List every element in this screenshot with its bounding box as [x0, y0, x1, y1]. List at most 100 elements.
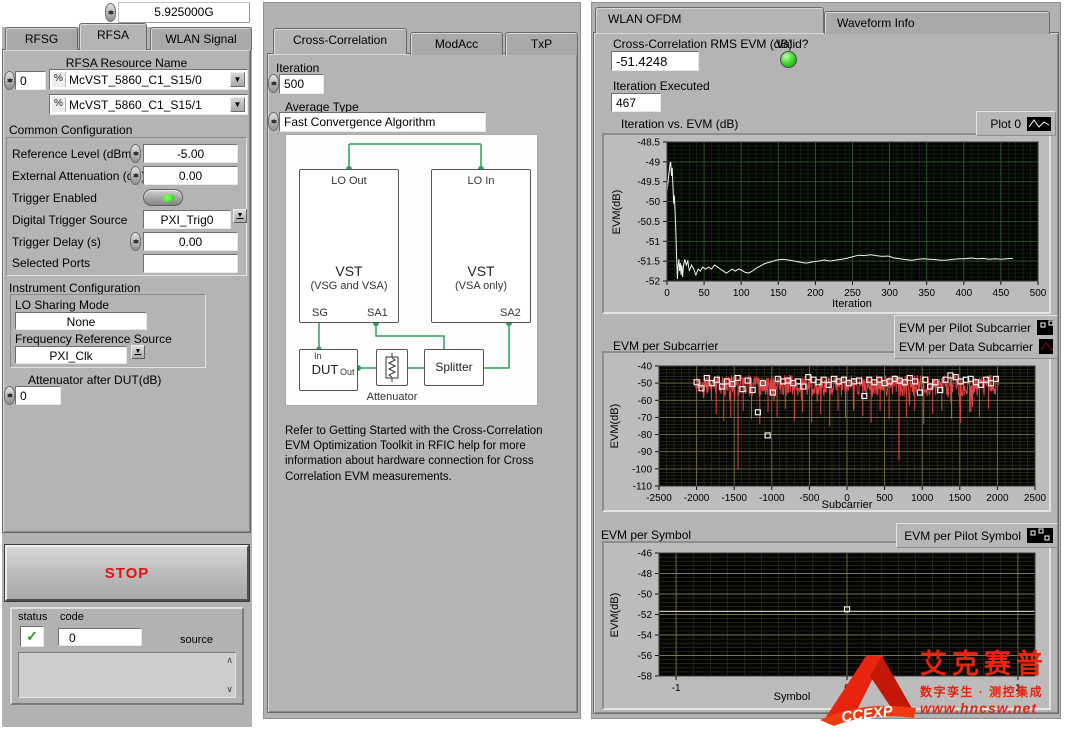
- svg-text:-1: -1: [672, 683, 681, 694]
- digital-trigger-source-ring-button[interactable]: ▼: [233, 209, 247, 223]
- attenuator-after-dut-field[interactable]: 0: [15, 386, 61, 405]
- resource-index-spinner[interactable]: [4, 71, 15, 90]
- dut-in-port: In: [314, 351, 322, 361]
- dropdown-arrow-icon[interactable]: ▼: [230, 72, 245, 87]
- source-text-area[interactable]: ∧ ∨: [18, 652, 236, 698]
- svg-text:2500: 2500: [1024, 493, 1047, 504]
- resource-index-field[interactable]: 0: [15, 71, 46, 90]
- frequency-reference-source-label: Frequency Reference Source: [15, 332, 172, 346]
- trigger-delay-spinner[interactable]: [130, 232, 141, 251]
- svg-text:1500: 1500: [949, 493, 972, 504]
- resource-name-title: RFSA Resource Name: [2, 56, 251, 70]
- svg-text:-60: -60: [638, 396, 653, 407]
- iteration-spinner[interactable]: [268, 74, 279, 93]
- svg-text:-1000: -1000: [759, 493, 785, 504]
- tab-modacc[interactable]: ModAcc: [410, 32, 503, 55]
- selected-ports-field[interactable]: [143, 254, 238, 273]
- io-icon: %: [52, 72, 66, 87]
- lo-sharing-mode-field[interactable]: None: [15, 312, 147, 330]
- attenuator-after-dut-label: Attenuator after DUT(dB): [28, 373, 161, 387]
- chart2-graph-panel: -2500-2000-1500-1000-5000500100015002000…: [602, 351, 1051, 512]
- evm-per-subcarrier-chart[interactable]: -2500-2000-1500-1000-5000500100015002000…: [604, 353, 1049, 510]
- watermark-url: www.hncsw.net: [920, 700, 1048, 716]
- vst2-sa2-port: SA2: [500, 307, 521, 319]
- trigger-enabled-toggle[interactable]: [143, 189, 183, 206]
- tab-rfsg[interactable]: RFSG: [5, 27, 78, 50]
- svg-text:0: 0: [664, 288, 670, 299]
- average-type-field[interactable]: Fast Convergence Algorithm: [279, 112, 486, 132]
- vst1-box: [299, 169, 399, 323]
- code-field[interactable]: 0: [58, 628, 142, 646]
- selected-ports-label: Selected Ports: [12, 256, 90, 270]
- iteration-field[interactable]: 500: [279, 74, 324, 94]
- trigger-delay-field[interactable]: 0.00: [143, 232, 238, 251]
- svg-text:400: 400: [955, 288, 972, 299]
- svg-text:-52: -52: [646, 277, 661, 288]
- watermark: CCEXP 艾克赛普 数字孪生 · 测控集成 www.hncsw.net: [818, 650, 1071, 729]
- chart2-legend[interactable]: EVM per Pilot Subcarrier EVM per Data Su…: [894, 315, 1058, 359]
- tab-txp[interactable]: TxP: [505, 32, 578, 55]
- splitter-title: Splitter: [424, 360, 484, 374]
- svg-text:EVM(dB): EVM(dB): [609, 404, 621, 449]
- frequency-field[interactable]: 5.925000G: [118, 2, 250, 23]
- tab-waveform-info[interactable]: Waveform Info: [824, 11, 1050, 34]
- vst1-sg-port: SG: [312, 307, 328, 319]
- scroll-down-icon[interactable]: ∨: [226, 685, 233, 694]
- tab-wlan-signal[interactable]: WLAN Signal: [150, 27, 252, 50]
- svg-text:-51.5: -51.5: [637, 257, 660, 268]
- svg-text:Iteration: Iteration: [832, 298, 872, 310]
- external-attenuation-spinner[interactable]: [130, 166, 141, 185]
- reference-level-field[interactable]: -5.00: [143, 144, 238, 163]
- resource-name-0-combo[interactable]: % McVST_5860_C1_S15/0 ▼: [49, 69, 248, 90]
- attenuator-after-dut-spinner[interactable]: [4, 386, 15, 405]
- svg-text:100: 100: [733, 288, 750, 299]
- vst1-sa1-port: SA1: [367, 307, 388, 319]
- chart3-legend[interactable]: EVM per Pilot Symbol: [896, 523, 1058, 548]
- watermark-brand: 艾克赛普: [920, 650, 1048, 680]
- chart2-title: EVM per Subcarrier: [613, 339, 718, 353]
- attenuator-caption: Attenuator: [352, 391, 432, 403]
- iteration-evm-chart[interactable]: 050100150200250300350400450500-48.5-49-4…: [604, 135, 1049, 312]
- frequency-reference-ring-button[interactable]: ▼: [131, 345, 145, 359]
- average-type-spinner[interactable]: [268, 112, 279, 131]
- reference-level-label: Reference Level (dBm): [12, 147, 135, 161]
- vst2-lo-in-port: LO In: [431, 175, 531, 187]
- measurement-config-panel: Cross-Correlation ModAcc TxP Iteration 5…: [263, 2, 581, 719]
- svg-text:Subcarrier: Subcarrier: [822, 499, 873, 510]
- external-attenuation-label: External Attenuation (dB): [12, 169, 145, 183]
- svg-text:200: 200: [807, 288, 824, 299]
- vst1-lo-out-port: LO Out: [299, 175, 399, 187]
- frequency-spinner[interactable]: [105, 3, 116, 22]
- reference-level-spinner[interactable]: [130, 144, 141, 163]
- chart1-legend-label: Plot 0: [990, 117, 1021, 131]
- external-attenuation-field[interactable]: 0.00: [143, 166, 238, 185]
- svg-text:-1500: -1500: [721, 493, 747, 504]
- hardware-connection-diagram: LO Out VST (VSG and VSA) SG SA1 LO In VS…: [285, 134, 538, 406]
- scroll-up-icon[interactable]: ∧: [226, 656, 233, 665]
- rms-evm-label: Cross-Correlation RMS EVM (dB): [613, 37, 792, 51]
- svg-text:-50: -50: [638, 379, 653, 390]
- svg-text:150: 150: [770, 288, 787, 299]
- frequency-reference-source-field[interactable]: PXI_Clk: [15, 346, 127, 364]
- chart3-legend-label: EVM per Pilot Symbol: [904, 529, 1021, 543]
- status-label: status: [18, 611, 47, 623]
- trigger-delay-label: Trigger Delay (s): [12, 235, 101, 249]
- dropdown-arrow-icon[interactable]: ▼: [230, 97, 245, 112]
- svg-text:50: 50: [699, 288, 711, 299]
- stop-button[interactable]: STOP: [5, 545, 249, 601]
- svg-text:EVM(dB): EVM(dB): [609, 593, 621, 638]
- svg-text:350: 350: [918, 288, 935, 299]
- svg-text:300: 300: [881, 288, 898, 299]
- source-label: source: [180, 634, 213, 646]
- plot0-line-icon: [1027, 117, 1051, 131]
- tab-rfsa[interactable]: RFSA: [79, 23, 147, 50]
- digital-trigger-source-field[interactable]: PXI_Trig0: [143, 210, 231, 229]
- svg-text:-50: -50: [646, 197, 661, 208]
- tab-cross-correlation[interactable]: Cross-Correlation: [273, 28, 407, 54]
- chart1-title: Iteration vs. EVM (dB): [621, 117, 738, 131]
- resource-name-1-combo[interactable]: % McVST_5860_C1_S15/1 ▼: [49, 94, 248, 115]
- chart2-legend-data-label: EVM per Data Subcarrier: [899, 340, 1033, 354]
- vst2-title: VST: [431, 263, 531, 279]
- chart1-legend[interactable]: Plot 0: [976, 111, 1056, 136]
- tab-wlan-ofdm[interactable]: WLAN OFDM: [595, 7, 824, 33]
